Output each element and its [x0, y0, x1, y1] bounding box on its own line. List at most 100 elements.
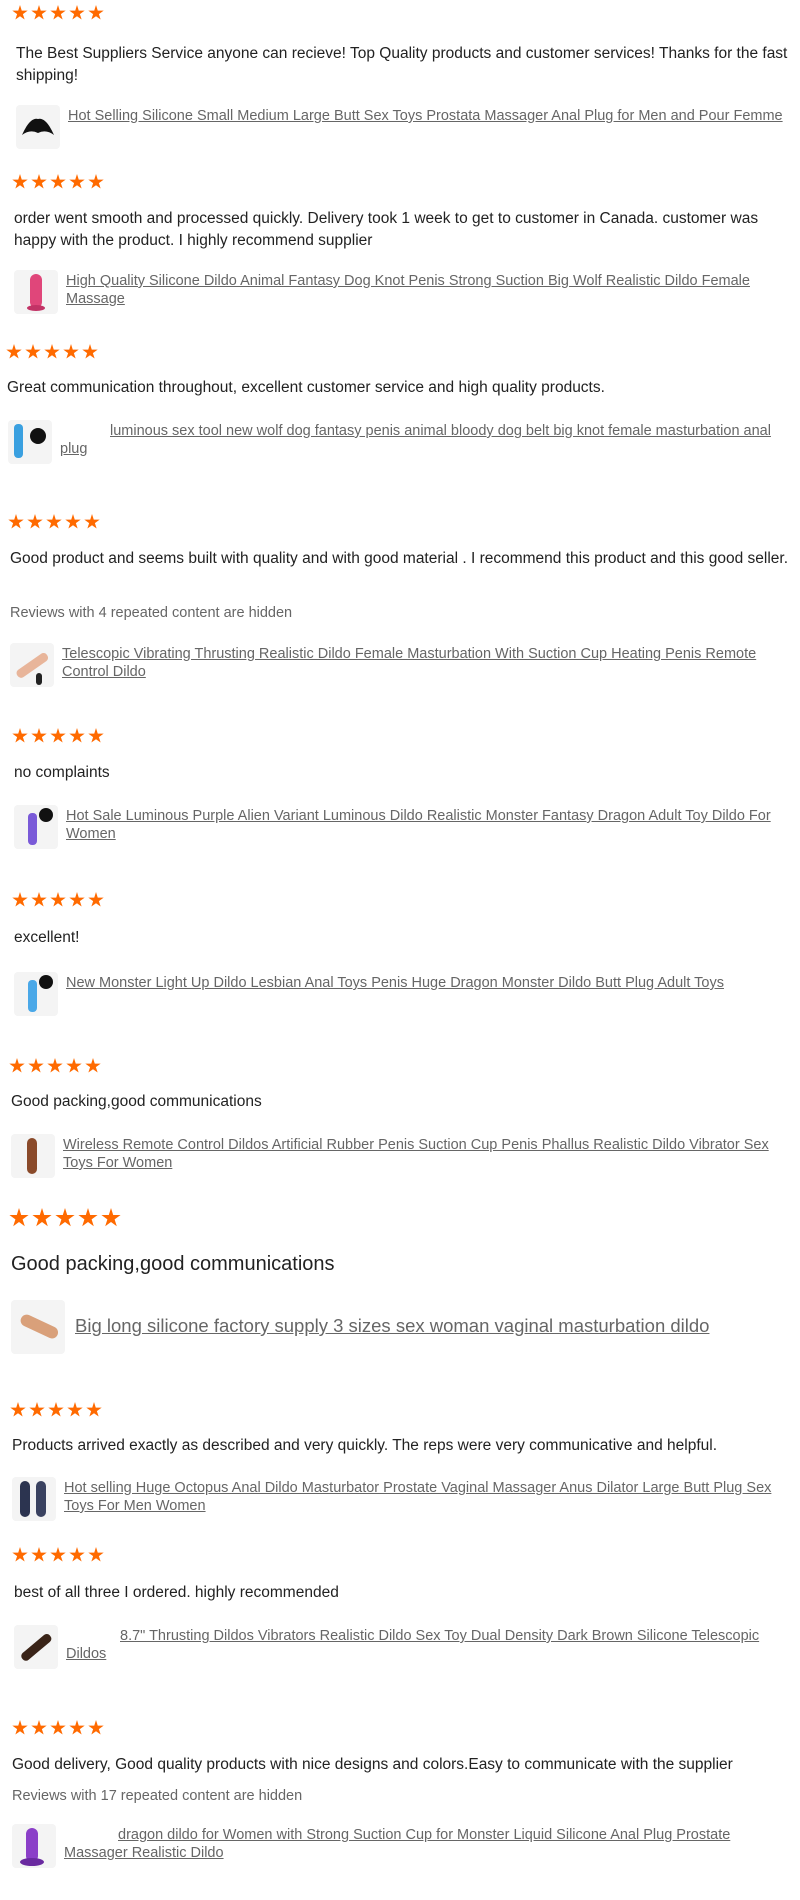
star-icon	[28, 1058, 44, 1073]
star-rating	[9, 1208, 121, 1228]
star-icon	[69, 728, 85, 743]
star-icon	[10, 1402, 26, 1417]
star-icon	[25, 344, 41, 359]
star-icon	[66, 1058, 82, 1073]
product-link[interactable]: High Quality Silicone Dildo Animal Fanta…	[14, 270, 796, 314]
hidden-reviews-note[interactable]: Reviews with 4 repeated content are hidd…	[10, 605, 292, 621]
product-title[interactable]: Wireless Remote Control Dildos Artificia…	[63, 1134, 796, 1172]
review-text: Good packing,good communications	[11, 1093, 262, 1110]
star-icon	[88, 5, 104, 20]
product-link[interactable]: Hot selling Huge Octopus Anal Dildo Mast…	[12, 1477, 796, 1521]
product-link[interactable]: New Monster Light Up Dildo Lesbian Anal …	[14, 972, 796, 1016]
star-icon	[46, 514, 62, 529]
review-text: Products arrived exactly as described an…	[12, 1437, 718, 1454]
star-icon	[29, 1402, 45, 1417]
review-text: excellent!	[14, 929, 80, 946]
product-title[interactable]: dragon dildo for Women with Strong Sucti…	[64, 1824, 796, 1862]
star-icon	[50, 728, 66, 743]
star-icon	[69, 5, 85, 20]
star-icon	[32, 1208, 52, 1227]
light-up-dildo-icon	[14, 972, 58, 1016]
star-icon	[31, 1547, 47, 1562]
review-text: best of all three I ordered. highly reco…	[14, 1584, 339, 1601]
star-rating	[12, 174, 104, 190]
star-icon	[48, 1402, 64, 1417]
star-icon	[12, 1547, 28, 1562]
product-title[interactable]: 8.7" Thrusting Dildos Vibrators Realisti…	[66, 1625, 796, 1663]
review-text: Good product and seems built with qualit…	[10, 550, 789, 567]
star-icon	[12, 174, 28, 189]
star-icon	[88, 892, 104, 907]
product-link[interactable]: Big long silicone factory supply 3 sizes…	[11, 1300, 796, 1354]
star-rating	[9, 1058, 101, 1074]
star-icon	[44, 344, 60, 359]
star-icon	[84, 514, 100, 529]
product-title[interactable]: New Monster Light Up Dildo Lesbian Anal …	[66, 972, 724, 992]
telescopic-dildo-icon	[10, 643, 54, 687]
purple-dragon-dildo-icon	[12, 1824, 56, 1868]
star-icon	[31, 1720, 47, 1735]
dark-brown-dildo-icon	[14, 1625, 58, 1669]
star-icon	[50, 174, 66, 189]
star-icon	[27, 514, 43, 529]
review-text: Good packing,good communications	[11, 1253, 335, 1275]
product-title[interactable]: High Quality Silicone Dildo Animal Fanta…	[66, 270, 796, 308]
star-icon	[88, 1720, 104, 1735]
star-icon	[12, 1720, 28, 1735]
product-title[interactable]: Big long silicone factory supply 3 sizes…	[75, 1300, 709, 1338]
star-icon	[88, 174, 104, 189]
octopus-dildo-icon	[12, 1477, 56, 1521]
beige-dildo-icon	[11, 1300, 65, 1354]
star-icon	[6, 344, 22, 359]
star-icon	[31, 174, 47, 189]
star-icon	[65, 514, 81, 529]
star-icon	[31, 728, 47, 743]
product-title[interactable]: Hot Selling Silicone Small Medium Large …	[68, 105, 783, 125]
star-icon	[55, 1208, 75, 1227]
star-icon	[9, 1208, 29, 1227]
star-icon	[69, 1547, 85, 1562]
star-icon	[63, 344, 79, 359]
product-title[interactable]: Hot selling Huge Octopus Anal Dildo Mast…	[64, 1477, 796, 1515]
review-text: no complaints	[14, 764, 110, 781]
star-rating	[12, 892, 104, 908]
star-rating	[6, 344, 98, 360]
product-link[interactable]: Hot Selling Silicone Small Medium Large …	[16, 105, 796, 149]
hidden-reviews-note[interactable]: Reviews with 17 repeated content are hid…	[12, 1788, 302, 1804]
star-icon	[31, 5, 47, 20]
product-link[interactable]: luminous sex tool new wolf dog fantasy p…	[8, 420, 796, 464]
review-text: Great communication throughout, excellen…	[7, 379, 605, 396]
star-icon	[78, 1208, 98, 1227]
star-icon	[9, 1058, 25, 1073]
product-link[interactable]: Hot Sale Luminous Purple Alien Variant L…	[14, 805, 796, 849]
star-icon	[50, 1720, 66, 1735]
star-icon	[47, 1058, 63, 1073]
product-link[interactable]: dragon dildo for Women with Strong Sucti…	[12, 1824, 796, 1868]
review-text: The Best Suppliers Service anyone can re…	[16, 45, 788, 84]
star-icon	[12, 892, 28, 907]
star-icon	[69, 1720, 85, 1735]
black-plug-icon	[16, 105, 60, 149]
star-icon	[50, 5, 66, 20]
product-title[interactable]: Hot Sale Luminous Purple Alien Variant L…	[66, 805, 796, 843]
star-rating	[12, 728, 104, 744]
product-link[interactable]: Telescopic Vibrating Thrusting Realistic…	[10, 643, 796, 687]
star-rating	[12, 5, 104, 21]
review-text: order went smooth and processed quickly.…	[14, 210, 759, 249]
star-rating	[12, 1720, 104, 1736]
star-rating	[8, 514, 100, 530]
star-icon	[88, 1547, 104, 1562]
star-icon	[50, 892, 66, 907]
blue-dildo-icon	[8, 420, 52, 464]
star-icon	[101, 1208, 121, 1227]
product-link[interactable]: Wireless Remote Control Dildos Artificia…	[11, 1134, 796, 1178]
product-link[interactable]: 8.7" Thrusting Dildos Vibrators Realisti…	[14, 1625, 796, 1669]
star-icon	[69, 174, 85, 189]
star-icon	[82, 344, 98, 359]
star-icon	[69, 892, 85, 907]
star-rating	[10, 1402, 102, 1418]
product-title[interactable]: Telescopic Vibrating Thrusting Realistic…	[62, 643, 796, 681]
star-icon	[85, 1058, 101, 1073]
star-icon	[12, 5, 28, 20]
product-title[interactable]: luminous sex tool new wolf dog fantasy p…	[60, 420, 796, 458]
